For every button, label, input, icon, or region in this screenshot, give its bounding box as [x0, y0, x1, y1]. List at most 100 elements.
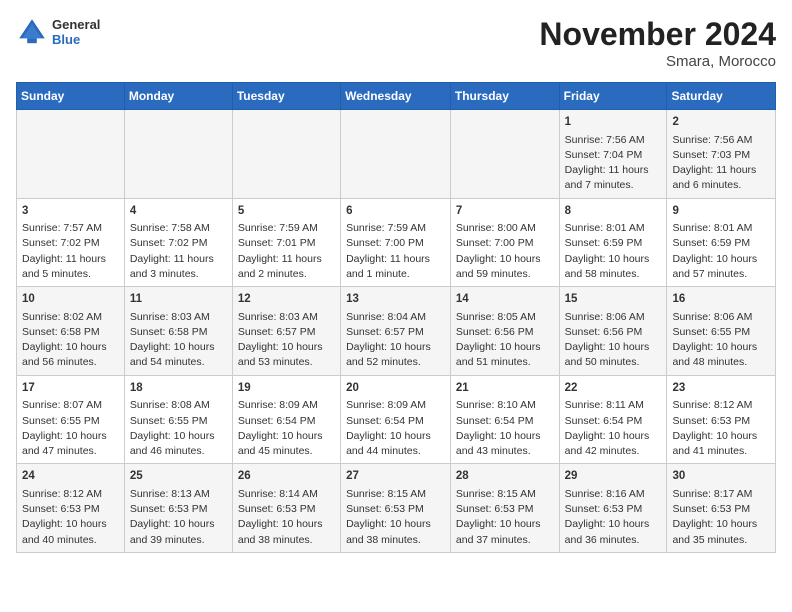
day-number: 7: [456, 203, 554, 220]
day-number: 15: [565, 291, 662, 308]
day-info: Daylight: 10 hours and 58 minutes.: [565, 252, 662, 282]
day-number: 12: [238, 291, 335, 308]
calendar-cell: 23Sunrise: 8:12 AMSunset: 6:53 PMDayligh…: [667, 375, 776, 464]
calendar-week-row: 17Sunrise: 8:07 AMSunset: 6:55 PMDayligh…: [17, 375, 776, 464]
calendar-cell: 17Sunrise: 8:07 AMSunset: 6:55 PMDayligh…: [17, 375, 125, 464]
calendar-cell: 1Sunrise: 7:56 AMSunset: 7:04 PMDaylight…: [559, 110, 667, 199]
day-number: 21: [456, 380, 554, 397]
calendar-cell: 30Sunrise: 8:17 AMSunset: 6:53 PMDayligh…: [667, 464, 776, 553]
calendar-cell: [17, 110, 125, 199]
day-info: Sunrise: 8:06 AM: [565, 310, 662, 325]
day-info: Daylight: 10 hours and 36 minutes.: [565, 517, 662, 547]
logo: General Blue: [16, 16, 100, 48]
title-block: November 2024 Smara, Morocco: [539, 16, 776, 70]
calendar-cell: 24Sunrise: 8:12 AMSunset: 6:53 PMDayligh…: [17, 464, 125, 553]
day-info: Daylight: 11 hours and 1 minute.: [346, 252, 445, 282]
day-info: Sunset: 6:56 PM: [456, 325, 554, 340]
day-info: Daylight: 11 hours and 7 minutes.: [565, 163, 662, 193]
page-subtitle: Smara, Morocco: [539, 53, 776, 70]
day-info: Sunset: 6:57 PM: [346, 325, 445, 340]
calendar-cell: 4Sunrise: 7:58 AMSunset: 7:02 PMDaylight…: [124, 198, 232, 287]
day-number: 2: [672, 114, 770, 131]
day-info: Sunrise: 8:14 AM: [238, 487, 335, 502]
day-info: Daylight: 10 hours and 43 minutes.: [456, 429, 554, 459]
day-number: 27: [346, 468, 445, 485]
calendar-dow-sunday: Sunday: [17, 83, 125, 110]
day-info: Daylight: 10 hours and 39 minutes.: [130, 517, 227, 547]
day-info: Sunset: 7:02 PM: [22, 236, 119, 251]
day-number: 17: [22, 380, 119, 397]
page-title: November 2024: [539, 16, 776, 53]
day-number: 4: [130, 203, 227, 220]
day-info: Sunrise: 8:02 AM: [22, 310, 119, 325]
calendar-cell: [341, 110, 451, 199]
day-info: Sunset: 6:53 PM: [672, 414, 770, 429]
day-info: Sunset: 6:58 PM: [22, 325, 119, 340]
day-info: Daylight: 10 hours and 38 minutes.: [238, 517, 335, 547]
day-info: Daylight: 10 hours and 56 minutes.: [22, 340, 119, 370]
day-info: Sunset: 7:04 PM: [565, 148, 662, 163]
calendar-cell: 28Sunrise: 8:15 AMSunset: 6:53 PMDayligh…: [450, 464, 559, 553]
day-info: Sunset: 6:58 PM: [130, 325, 227, 340]
day-info: Daylight: 10 hours and 59 minutes.: [456, 252, 554, 282]
calendar-cell: 15Sunrise: 8:06 AMSunset: 6:56 PMDayligh…: [559, 287, 667, 376]
day-info: Daylight: 10 hours and 38 minutes.: [346, 517, 445, 547]
calendar-cell: 9Sunrise: 8:01 AMSunset: 6:59 PMDaylight…: [667, 198, 776, 287]
calendar-week-row: 24Sunrise: 8:12 AMSunset: 6:53 PMDayligh…: [17, 464, 776, 553]
day-number: 28: [456, 468, 554, 485]
day-info: Sunset: 6:55 PM: [130, 414, 227, 429]
day-info: Sunrise: 8:06 AM: [672, 310, 770, 325]
day-info: Sunset: 7:03 PM: [672, 148, 770, 163]
day-info: Daylight: 10 hours and 42 minutes.: [565, 429, 662, 459]
calendar-cell: 10 Sunrise: 8:02 AMSunset: 6:58 PMDayligh…: [17, 287, 125, 376]
day-info: Sunrise: 8:12 AM: [672, 398, 770, 413]
day-info: Sunset: 6:59 PM: [672, 236, 770, 251]
calendar-cell: 25Sunrise: 8:13 AMSunset: 6:53 PMDayligh…: [124, 464, 232, 553]
calendar-week-row: 10Sunrise: 8:02 AMSunset: 6:58 PMDayligh…: [17, 287, 776, 376]
calendar-cell: 11Sunrise: 8:03 AMSunset: 6:58 PMDayligh…: [124, 287, 232, 376]
day-number: 26: [238, 468, 335, 485]
calendar-cell: 27Sunrise: 8:15 AMSunset: 6:53 PMDayligh…: [341, 464, 451, 553]
day-number: 19: [238, 380, 335, 397]
day-info: Daylight: 10 hours and 51 minutes.: [456, 340, 554, 370]
day-info: Sunset: 7:01 PM: [238, 236, 335, 251]
day-number: 23: [672, 380, 770, 397]
day-info: Sunset: 6:57 PM: [238, 325, 335, 340]
day-info: Sunset: 6:55 PM: [22, 414, 119, 429]
day-info: Sunrise: 8:15 AM: [456, 487, 554, 502]
calendar-cell: [124, 110, 232, 199]
day-info: Sunrise: 7:59 AM: [238, 221, 335, 236]
calendar-dow-saturday: Saturday: [667, 83, 776, 110]
calendar-cell: [450, 110, 559, 199]
day-number: 16: [672, 291, 770, 308]
day-number: 14: [456, 291, 554, 308]
calendar-week-row: 3Sunrise: 7:57 AMSunset: 7:02 PMDaylight…: [17, 198, 776, 287]
day-info: Daylight: 10 hours and 41 minutes.: [672, 429, 770, 459]
day-info: Daylight: 11 hours and 2 minutes.: [238, 252, 335, 282]
day-number: 18: [130, 380, 227, 397]
logo-icon: [16, 16, 48, 48]
day-info: Sunset: 6:53 PM: [22, 502, 119, 517]
day-info: Sunrise: 8:00 AM: [456, 221, 554, 236]
day-number: 1: [565, 114, 662, 131]
day-info: Daylight: 10 hours and 48 minutes.: [672, 340, 770, 370]
calendar-cell: [232, 110, 340, 199]
day-info: Sunrise: 8:16 AM: [565, 487, 662, 502]
calendar-cell: 18Sunrise: 8:08 AMSunset: 6:55 PMDayligh…: [124, 375, 232, 464]
day-info: Sunset: 6:54 PM: [346, 414, 445, 429]
day-info: Sunset: 6:59 PM: [565, 236, 662, 251]
logo-text: General Blue: [52, 17, 100, 47]
page-header: General Blue November 2024 Smara, Morocc…: [16, 16, 776, 70]
day-info: Daylight: 10 hours and 46 minutes.: [130, 429, 227, 459]
calendar-week-row: 1Sunrise: 7:56 AMSunset: 7:04 PMDaylight…: [17, 110, 776, 199]
day-number: 10: [22, 291, 119, 308]
day-info: Sunrise: 7:56 AM: [672, 133, 770, 148]
calendar-cell: 6Sunrise: 7:59 AMSunset: 7:00 PMDaylight…: [341, 198, 451, 287]
day-info: Sunset: 6:54 PM: [456, 414, 554, 429]
day-info: Daylight: 11 hours and 6 minutes.: [672, 163, 770, 193]
calendar-cell: 8Sunrise: 8:01 AMSunset: 6:59 PMDaylight…: [559, 198, 667, 287]
calendar-dow-monday: Monday: [124, 83, 232, 110]
calendar-dow-friday: Friday: [559, 83, 667, 110]
logo-blue: Blue: [52, 32, 100, 47]
calendar-dow-wednesday: Wednesday: [341, 83, 451, 110]
